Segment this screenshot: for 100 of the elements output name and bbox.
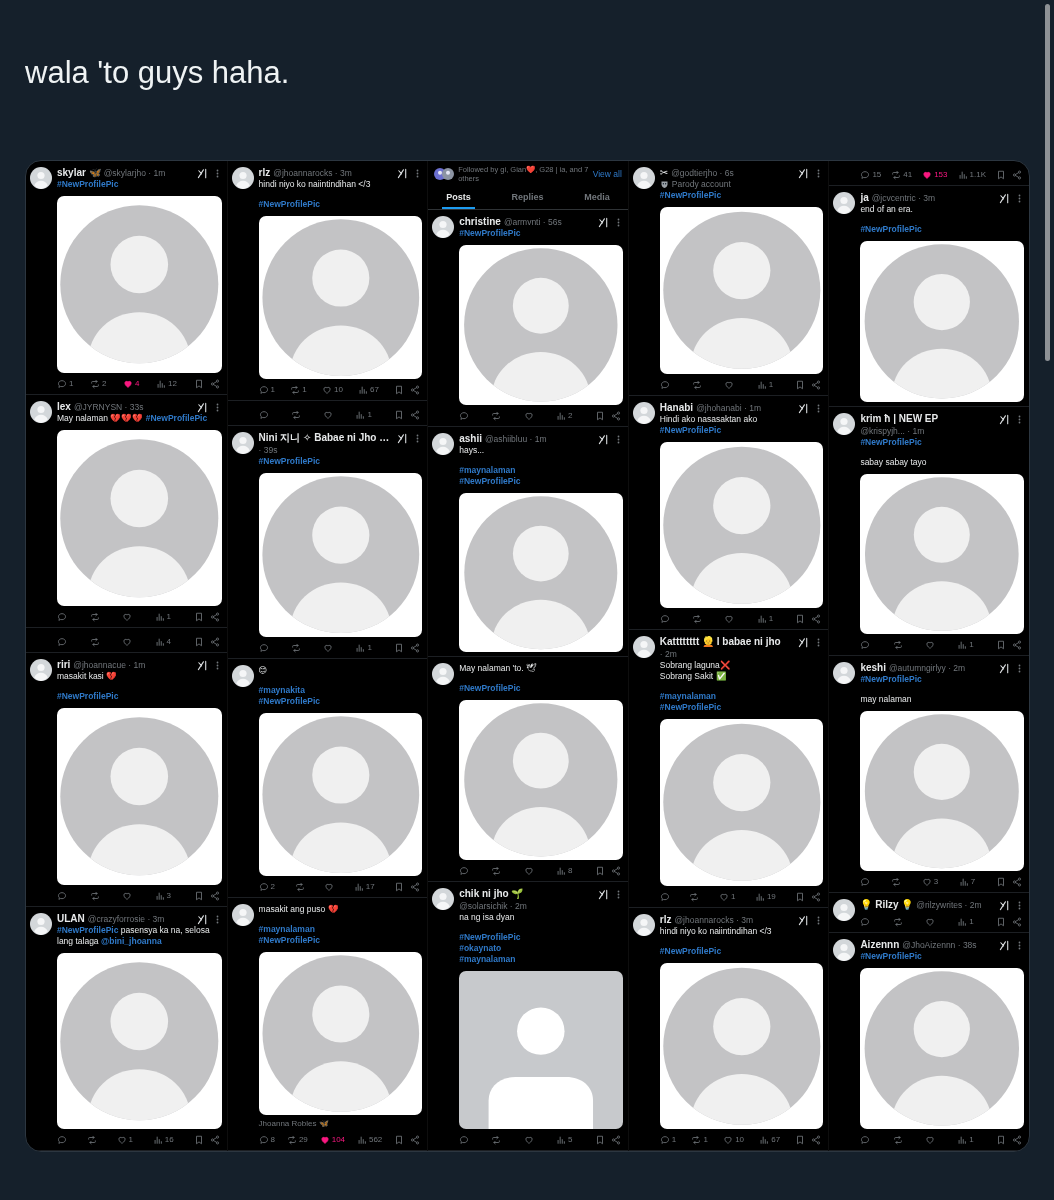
views-button[interactable]: 1 [957,639,974,650]
repost-button[interactable] [892,917,903,928]
reply-button[interactable] [659,379,670,390]
like-button[interactable] [122,890,133,901]
bookmark-button[interactable] [995,170,1006,180]
slash-icon[interactable] [798,402,810,414]
avatar-icon[interactable] [30,659,52,681]
avatar-icon[interactable] [231,664,254,687]
share-button[interactable] [610,865,621,876]
hashtag-link[interactable]: #NewProfilePic [659,702,722,712]
bookmark-button[interactable] [795,614,806,624]
hashtag-link[interactable]: #NewProfilePic [459,931,521,942]
share-button[interactable] [410,385,421,396]
bookmark-button[interactable] [193,612,204,622]
hashtag-link[interactable]: #NewProfilePic [659,190,722,200]
like-button[interactable]: 10 [321,385,343,396]
repost-button[interactable]: 29 [286,1135,308,1145]
like-button[interactable] [523,1135,534,1145]
hashtag-link[interactable]: #maynalaman [459,953,516,964]
bookmark-button[interactable] [594,410,605,421]
hashtag-link[interactable]: #maynalaman [459,464,516,475]
like-button[interactable] [924,1135,935,1145]
hashtag-link[interactable]: #NewProfilePic [57,691,119,701]
reply-button[interactable] [459,410,470,421]
hashtag-link[interactable]: #maynakita [258,684,305,695]
repost-button[interactable] [290,410,301,421]
views-button[interactable]: 67 [358,385,379,396]
avatar-icon[interactable] [632,401,655,424]
slash-icon[interactable] [196,913,208,925]
slash-icon[interactable] [999,940,1010,952]
repost-button[interactable] [689,891,700,902]
views-button[interactable]: 1 [154,612,172,622]
repost-button[interactable] [86,1135,97,1145]
like-button[interactable]: 104 [319,1135,346,1145]
views-button[interactable]: 12 [156,378,177,389]
bookmark-button[interactable] [394,642,405,653]
reply-button[interactable] [258,642,269,653]
hashtag-link[interactable]: #NewProfilePic [659,424,722,435]
avatar-icon[interactable] [632,636,655,658]
views-button[interactable]: 1 [957,917,974,928]
share-button[interactable] [209,612,220,622]
repost-button[interactable]: 2 [90,378,107,389]
reply-button[interactable] [860,917,871,928]
hashtag-link[interactable]: #NewProfilePic [145,412,208,423]
repost-button[interactable] [491,410,502,421]
hashtag-link[interactable]: #NewProfilePic [860,224,922,234]
reply-button[interactable]: 1 [659,1135,677,1145]
views-button[interactable]: 1 [756,379,774,390]
profile-tab[interactable]: Posts [442,192,475,209]
hashtag-link[interactable]: #NewProfilePic [860,951,922,962]
like-button[interactable] [724,614,735,624]
hashtag-link[interactable]: #NewProfilePic [459,475,521,486]
bookmark-button[interactable] [995,639,1006,650]
bookmark-button[interactable] [394,410,405,421]
repost-button[interactable] [294,881,305,892]
bookmark-button[interactable] [594,865,605,876]
share-button[interactable] [610,1135,621,1145]
reply-button[interactable]: 1 [258,385,276,396]
hashtag-link[interactable]: #NewProfilePic [258,695,320,706]
bookmark-button[interactable] [795,379,806,390]
share-button[interactable] [209,890,220,901]
reply-button[interactable]: 15 [860,170,882,180]
reply-button[interactable] [459,1135,470,1145]
like-button[interactable] [523,410,534,421]
repost-button[interactable]: 41 [891,170,913,180]
slash-icon[interactable] [597,888,609,900]
slash-icon[interactable] [196,168,208,179]
bookmark-button[interactable] [795,1135,806,1145]
bookmark-button[interactable] [594,1135,605,1145]
views-button[interactable]: 1 [756,614,774,624]
share-button[interactable] [1012,877,1022,888]
share-button[interactable] [1011,917,1022,928]
reply-button[interactable]: 8 [258,1135,276,1145]
share-button[interactable] [1011,1135,1022,1145]
like-button[interactable] [122,637,133,647]
reply-button[interactable]: 2 [258,881,276,892]
hashtag-link[interactable]: #NewProfilePic [258,199,320,209]
avatar-icon[interactable] [833,899,856,922]
bookmark-button[interactable] [995,1135,1006,1145]
reply-button[interactable] [860,639,871,650]
avatar-icon[interactable] [432,663,455,686]
hashtag-link[interactable]: #okaynato [459,942,502,953]
avatar-icon[interactable] [432,887,455,910]
slash-icon[interactable] [999,193,1010,204]
slash-icon[interactable] [798,168,810,179]
views-button[interactable]: 16 [152,1135,174,1145]
slash-icon[interactable] [999,900,1010,912]
views-button[interactable]: 5 [556,1135,573,1145]
repost-button[interactable] [89,637,100,647]
repost-button[interactable] [89,890,100,901]
views-button[interactable]: 1.1K [957,170,986,180]
repost-button[interactable] [892,639,903,650]
like-button[interactable]: 153 [922,170,948,180]
avatar-icon[interactable] [632,167,655,189]
reply-button[interactable] [659,891,670,902]
repost-button[interactable] [89,612,100,622]
share-button[interactable] [811,614,822,624]
slash-icon[interactable] [999,662,1010,674]
like-button[interactable] [323,642,334,653]
views-button[interactable]: 17 [353,881,375,892]
